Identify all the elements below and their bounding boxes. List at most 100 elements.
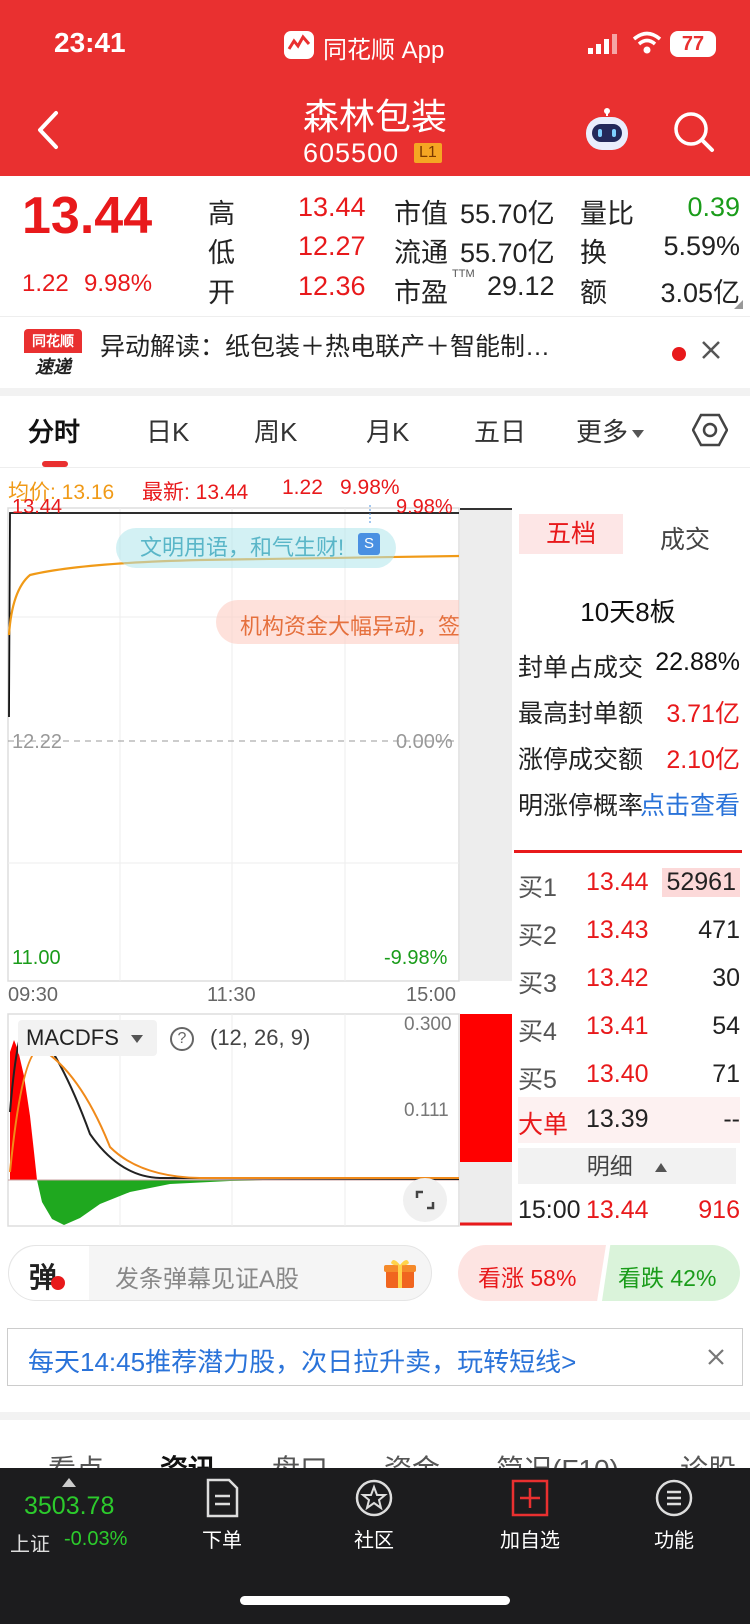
robot-assistant-icon[interactable] [582, 108, 632, 154]
chart-top-price: 13.44 [12, 496, 63, 518]
danmu-placeholder: 发条弹幕见证A股 [115, 1266, 300, 1293]
bid-label: 买4 [518, 1018, 557, 1046]
news-unread-dot [672, 347, 686, 361]
check-badge-icon [51, 1276, 65, 1290]
price-change: 1.22 [22, 270, 69, 297]
orderbook-tab-trades[interactable]: 成交 [660, 520, 710, 556]
bid-label: 买2 [518, 922, 557, 950]
volratio-label: 量比 [580, 199, 634, 229]
stat-label: 最高封单额 [518, 700, 644, 728]
turnover-label: 换 [580, 238, 607, 268]
promo-close-button[interactable] [706, 1347, 726, 1367]
big-order-row: 大单 13.39 -- [518, 1097, 740, 1143]
bid-row: 买1 13.44 52961 [518, 860, 740, 906]
order-document-icon [206, 1478, 239, 1518]
latest-change: 1.22 [282, 476, 323, 499]
chart-settings-button[interactable] [691, 412, 729, 448]
detail-time: 15:00 [518, 1196, 581, 1224]
tab-weekly-k[interactable]: 周K [254, 412, 297, 449]
danmu-bubble-2-text: 机构资金大幅异动，签约 [240, 614, 459, 639]
caret-up-icon [655, 1163, 668, 1173]
orderbook-tab-five-levels[interactable]: 五档 [519, 514, 623, 554]
tab-monthly-k[interactable]: 月K [366, 412, 409, 449]
signal-icon [588, 34, 622, 54]
danmu-toggle[interactable]: 弹 [9, 1246, 89, 1300]
limit-up-probability-link[interactable]: 点击查看 [640, 786, 740, 822]
nav-order[interactable]: 下单 [192, 1478, 252, 1553]
bid-row: 买4 13.41 54 [518, 1004, 740, 1050]
expand-corner-icon[interactable] [734, 300, 743, 309]
fullscreen-button[interactable] [403, 1178, 447, 1222]
open-value: 12.36 [298, 271, 366, 301]
bearish-button[interactable]: 看跌 42% [602, 1245, 740, 1301]
big-order-volume: -- [723, 1105, 740, 1133]
battery-icon: 77 [670, 31, 716, 57]
close-icon [708, 1349, 724, 1365]
bid-volume: 52961 [662, 868, 740, 897]
chart-bottom-price: 11.00 [12, 947, 61, 969]
bid-row: 买5 13.40 71 [518, 1052, 740, 1098]
s-marker-badge[interactable]: S [358, 533, 380, 555]
bid-row: 买3 13.42 30 [518, 956, 740, 1002]
tab-more[interactable]: 更多 [576, 412, 645, 449]
gift-icon[interactable] [383, 1258, 417, 1290]
macd-indicator-name: MACDFS [26, 1025, 119, 1050]
promo-text[interactable]: 每天14:45推荐潜力股，次日拉升卖，玩转短线> [28, 1342, 576, 1379]
level-badge: L1 [414, 143, 442, 163]
bearish-label: 看跌 42% [618, 1265, 717, 1291]
detail-header[interactable]: 明细 [518, 1148, 736, 1184]
stat-row: 明涨停概率 点击查看 [518, 778, 740, 824]
macd-positive-bars [10, 1040, 37, 1180]
tab-intraday[interactable]: 分时 [28, 412, 80, 449]
detail-row: 15:00 13.44 916 [518, 1188, 740, 1234]
macd-params: (12, 26, 9) [210, 1025, 311, 1050]
pe-value: 29.12 [487, 271, 555, 301]
high-label: 高 [208, 199, 235, 229]
nav-functions[interactable]: 功能 [644, 1478, 704, 1553]
orderbook-tab-five-levels-label: 五档 [545, 520, 596, 548]
news-logo-bottom: 速递 [35, 357, 71, 377]
news-banner[interactable]: 同花顺 速递 异动解读：纸包装＋热电联产＋智能制… [0, 316, 750, 388]
nav-functions-label: 功能 [654, 1530, 694, 1552]
amount-label: 额 [580, 278, 607, 308]
board-title: 10天8板 [580, 597, 676, 627]
bid-label: 买5 [518, 1066, 557, 1094]
search-icon [674, 112, 714, 152]
bid-volume: 54 [712, 1012, 740, 1040]
nav-add-watchlist[interactable]: 加自选 [490, 1478, 570, 1553]
promo-banner[interactable]: 每天14:45推荐潜力股，次日拉升卖，玩转短线> [7, 1328, 743, 1386]
mcap-value: 55.70亿 [460, 199, 555, 229]
macd-help-button[interactable]: ? [170, 1027, 194, 1051]
high-value: 13.44 [298, 192, 366, 222]
macd-y-mid: 0.111 [404, 1100, 449, 1121]
stat-value: 2.10亿 [666, 746, 740, 774]
bullish-button[interactable]: 看涨 58% [458, 1245, 606, 1301]
macd-indicator-select[interactable]: MACDFS [18, 1020, 158, 1056]
bid-price: 13.41 [586, 1012, 649, 1040]
detail-label: 明细 [586, 1153, 633, 1179]
functions-menu-icon [655, 1479, 693, 1517]
nav-community[interactable]: 社区 [344, 1478, 404, 1553]
danmu-input-bar[interactable]: 弹 发条弹幕见证A股 [8, 1245, 432, 1301]
float-value: 55.70亿 [460, 238, 555, 268]
settings-hexagon-icon [691, 413, 729, 447]
danmu-toggle-icon: 弹 [29, 1262, 58, 1293]
bid-price: 13.43 [586, 916, 649, 944]
intraday-chart[interactable] [0, 505, 515, 1005]
search-button[interactable] [672, 110, 716, 154]
bid-row: 买2 13.43 471 [518, 908, 740, 954]
bid-price: 13.40 [586, 1060, 649, 1088]
low-value: 12.27 [298, 231, 366, 261]
tab-daily-k[interactable]: 日K [146, 412, 189, 449]
index-value[interactable]: 3503.78 [24, 1492, 114, 1521]
help-icon: ? [177, 1030, 187, 1047]
news-close-button[interactable] [700, 339, 722, 361]
tabs-divider [0, 467, 750, 468]
add-watchlist-icon [511, 1479, 549, 1517]
news-text[interactable]: 异动解读：纸包装＋热电联产＋智能制… [100, 327, 550, 363]
stock-name: 森林包装 [302, 96, 447, 137]
macd-negative-bars [37, 1180, 459, 1225]
sentiment-bar: 看涨 58% 看跌 42% [458, 1245, 740, 1301]
stat-label: 封单占成交 [518, 654, 644, 682]
tab-five-day[interactable]: 五日 [474, 412, 526, 449]
